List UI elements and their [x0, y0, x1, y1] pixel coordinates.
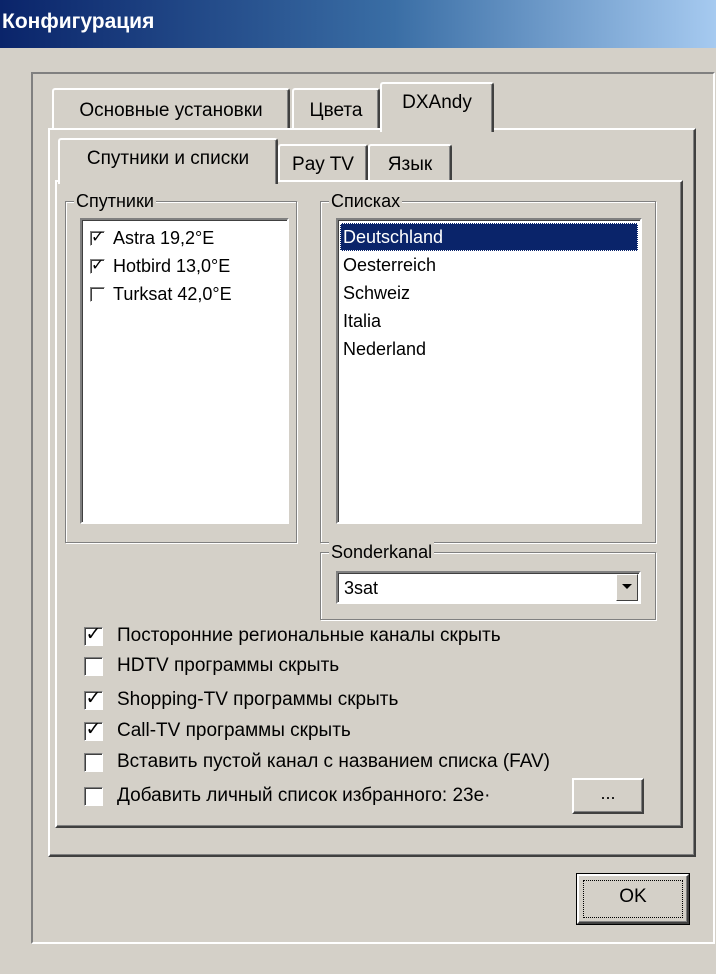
hotbird-checkbox[interactable]: ✓: [90, 257, 105, 274]
option-label: Call-TV программы скрыть: [117, 720, 351, 741]
browse-button-label: ...: [600, 783, 616, 803]
window-title: Конфигурация: [2, 10, 155, 33]
sonderkanal-value: 3sat: [344, 578, 379, 598]
turksat-checkbox[interactable]: [90, 286, 105, 302]
tab-satellites-lists[interactable]: Спутники и списки: [58, 138, 278, 184]
satellites-listbox[interactable]: ✓ Astra 19,2°E ✓ Hotbird 13,0°E Turksat …: [80, 218, 289, 524]
sonderkanal-select[interactable]: 3sat: [336, 571, 641, 604]
tab-label: DXAndy: [402, 92, 472, 113]
option-hide-calltv[interactable]: ✓ Call-TV программы скрыть: [84, 717, 351, 745]
astra-checkbox[interactable]: ✓: [90, 229, 105, 246]
check-mark-icon: ✓: [85, 623, 102, 645]
focus-rect: [583, 880, 683, 918]
tab-label: Спутники и списки: [86, 148, 250, 169]
lists-listbox[interactable]: Deutschland Oesterreich Schweiz Italia N…: [336, 218, 642, 524]
option-insert-empty-channel[interactable]: Вставить пустой канал с названием списка…: [84, 748, 550, 776]
sonderkanal-legend: Sonderkanal: [329, 541, 435, 563]
dropdown-button[interactable]: [616, 574, 638, 601]
tab-pay-tv[interactable]: Pay TV: [278, 144, 368, 182]
lists-legend: Списках: [329, 190, 403, 212]
tab-colors[interactable]: Цвета: [292, 88, 380, 130]
list-item-italia[interactable]: Italia: [340, 307, 638, 335]
satellite-item-astra[interactable]: ✓ Astra 19,2°E: [90, 225, 214, 251]
tab-label: Язык: [387, 154, 433, 175]
tab-dxandy[interactable]: DXAndy: [380, 82, 494, 132]
option-hide-regional[interactable]: ✓ Посторонние региональные каналы скрыть: [84, 622, 501, 650]
list-item-nederland[interactable]: Nederland: [340, 335, 638, 363]
check-mark-icon: ✓: [85, 687, 102, 709]
check-mark-icon: ✓: [85, 718, 102, 740]
config-window: Конфигурация Основные установки Цвета DX…: [0, 0, 716, 974]
list-item-label: Oesterreich: [343, 255, 437, 275]
tab-basic-settings[interactable]: Основные установки: [52, 88, 290, 130]
list-item-label: Deutschland: [343, 227, 444, 247]
tab-label: Pay TV: [292, 154, 354, 175]
satellite-label: Turksat 42,0°E: [113, 283, 232, 304]
list-item-oesterreich[interactable]: Oesterreich: [340, 251, 638, 279]
option-hide-hdtv[interactable]: HDTV программы скрыть: [84, 652, 339, 680]
option-label: Добавить личный список избранного: 23e·: [117, 785, 491, 806]
list-item-deutschland[interactable]: Deutschland: [340, 223, 638, 251]
option-label: Вставить пустой канал с названием списка…: [117, 751, 550, 772]
satellite-label: Astra 19,2°E: [113, 227, 215, 248]
list-item-label: Italia: [343, 311, 382, 331]
insert-empty-channel-checkbox[interactable]: [84, 752, 103, 772]
option-hide-shopping[interactable]: ✓ Shopping-TV программы скрыть: [84, 686, 398, 714]
satellites-legend: Спутники: [74, 190, 156, 212]
add-favorites-checkbox[interactable]: [84, 786, 103, 806]
option-label: HDTV программы скрыть: [117, 655, 340, 676]
tab-label: Основные установки: [79, 100, 263, 121]
ok-button[interactable]: OK: [576, 873, 690, 925]
hide-shopping-checkbox[interactable]: ✓: [84, 687, 103, 710]
hide-calltv-checkbox[interactable]: ✓: [84, 718, 103, 741]
check-mark-icon: ✓: [91, 256, 105, 274]
option-add-favorites[interactable]: Добавить личный список избранного: 23e·: [84, 782, 491, 810]
satellite-label: Hotbird 13,0°E: [113, 255, 231, 276]
option-label: Посторонние региональные каналы скрыть: [117, 625, 501, 646]
title-bar[interactable]: Конфигурация: [0, 0, 716, 48]
hide-hdtv-checkbox[interactable]: [84, 656, 103, 676]
browse-favorites-button[interactable]: ...: [572, 778, 644, 814]
check-mark-icon: ✓: [91, 228, 105, 246]
tab-language[interactable]: Язык: [368, 144, 452, 182]
option-label: Shopping-TV программы скрыть: [117, 689, 399, 710]
hide-regional-checkbox[interactable]: ✓: [84, 623, 103, 646]
list-item-label: Nederland: [343, 339, 427, 359]
satellite-item-hotbird[interactable]: ✓ Hotbird 13,0°E: [90, 253, 230, 279]
tab-label: Цвета: [309, 100, 363, 121]
satellite-item-turksat[interactable]: Turksat 42,0°E: [90, 281, 232, 307]
list-item-schweiz[interactable]: Schweiz: [340, 279, 638, 307]
list-item-label: Schweiz: [343, 283, 411, 303]
chevron-down-icon: [622, 584, 632, 589]
